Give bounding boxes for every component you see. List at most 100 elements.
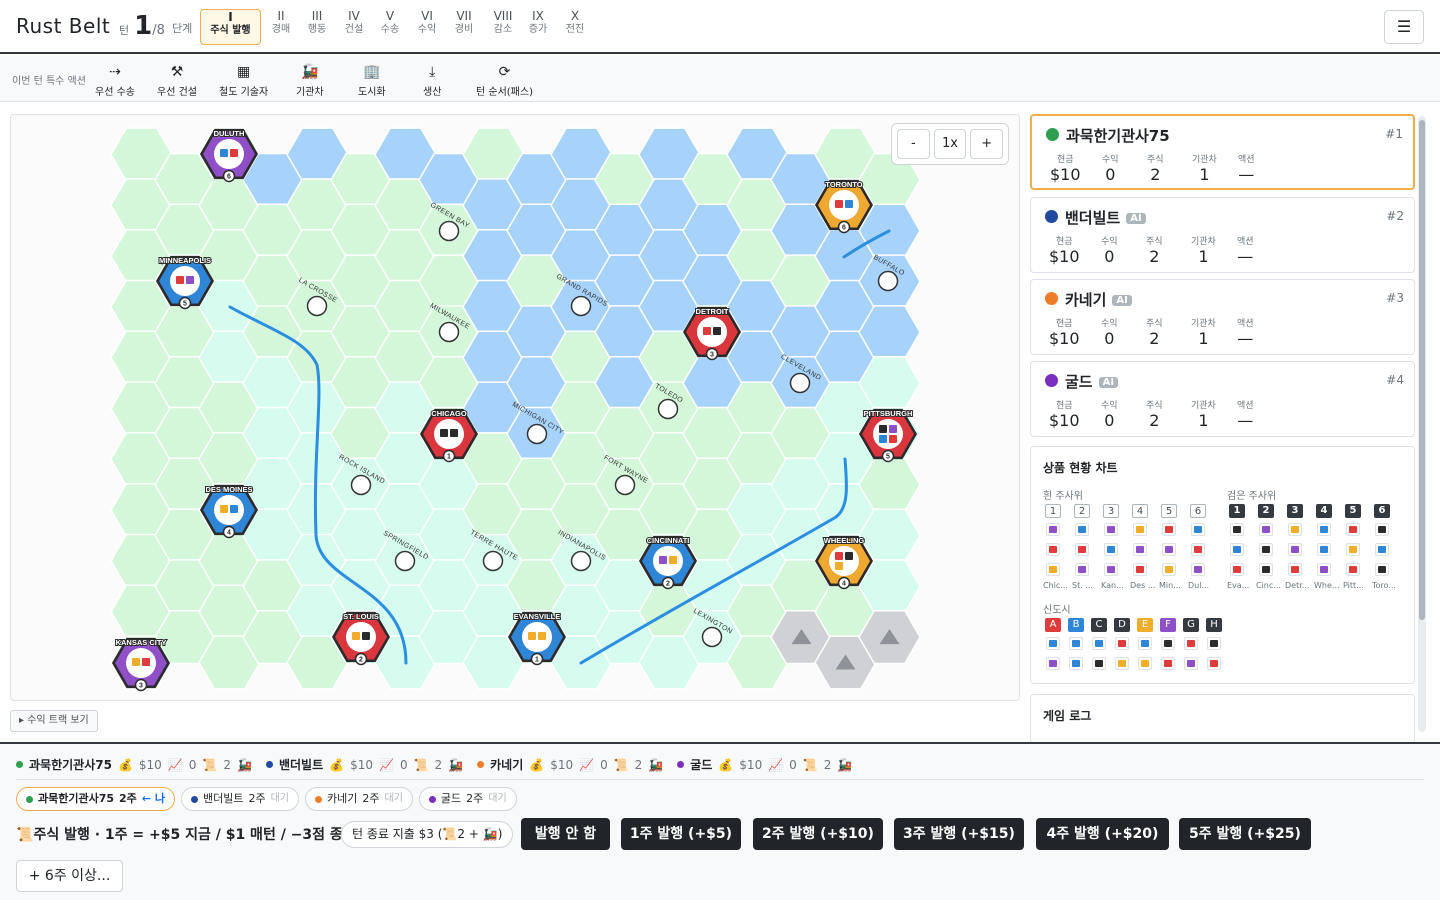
- phase-8: VIII 감소: [490, 9, 516, 45]
- player-stat-locos: 기관차 1: [1191, 234, 1216, 266]
- special-action-3[interactable]: ▦ 철도 기술자: [219, 63, 268, 98]
- goods-slot: [1075, 543, 1089, 556]
- income-icon: 📈: [167, 757, 183, 772]
- issue-shares-button-1[interactable]: 1주 발행 (+$5): [621, 818, 741, 850]
- stat-label: 기관차: [1192, 155, 1217, 165]
- black-die: 5: [1345, 504, 1361, 518]
- goods-cube: [1136, 526, 1144, 533]
- goods-cube: [1136, 566, 1144, 573]
- phase-4: IV 건설: [343, 9, 365, 45]
- phase-9: IX 증가: [527, 9, 549, 45]
- goods-city-name: Cinc...: [1256, 581, 1281, 590]
- goods-cube: [1049, 526, 1057, 533]
- stat-value: 2: [1149, 411, 1160, 430]
- goods-cube: [1194, 546, 1202, 553]
- goods-slot: [1259, 563, 1273, 576]
- zoom-in-button[interactable]: +: [970, 129, 1004, 159]
- goods-cube: [1164, 660, 1172, 667]
- goods-cube: [1187, 640, 1195, 647]
- goods-slot: [1138, 637, 1152, 650]
- stat-label: 액션: [1238, 155, 1255, 165]
- phase-name: 감소: [493, 24, 513, 35]
- goods-cube: [1049, 546, 1057, 553]
- city-name: MINNEAPOLIS: [159, 256, 211, 265]
- player-stat-income: 수익 0: [1102, 152, 1119, 184]
- stat-label: 현금: [1055, 237, 1073, 247]
- new-city-label: 신도시: [1043, 605, 1071, 616]
- income-track-button[interactable]: ▸ 수익 트랙 보기: [10, 710, 98, 732]
- money-bag-icon: 💰: [117, 757, 133, 772]
- stat-label: 현금: [1056, 155, 1074, 165]
- stat-label: 주식: [1146, 401, 1163, 411]
- goods-slot: [1184, 637, 1198, 650]
- town-marker: [701, 626, 723, 648]
- goods-cube: [1107, 526, 1115, 533]
- locomotive-icon: 🚂: [482, 827, 498, 841]
- goods-city-name: Chic...: [1043, 581, 1068, 590]
- goods-city-name: Dul...: [1188, 581, 1210, 590]
- zoom-out-button[interactable]: -: [897, 129, 930, 159]
- special-action-7[interactable]: ⟳ 턴 순서(패스): [476, 63, 533, 98]
- menu-button[interactable]: ☰: [1384, 10, 1424, 44]
- player-color-dot: [1045, 210, 1058, 223]
- issue-shares-button-5[interactable]: 5주 발행 (+$25): [1179, 818, 1311, 850]
- black-dice-label: 검은 주사위: [1227, 491, 1277, 502]
- stat-value: 1: [1199, 165, 1210, 184]
- goods-cube: [352, 632, 360, 640]
- player-rank: #3: [1386, 291, 1404, 305]
- stat-label: 기관차: [1191, 237, 1216, 247]
- player-stat-cash: 현금 $10: [1049, 398, 1080, 430]
- phase-number: VIII: [493, 9, 513, 23]
- end-cost-plus: +: [468, 827, 479, 841]
- player-card[interactable]: 과묵한기관사75 #1 현금 $10 수익 0 주식 2 기관차 1 액션 —: [1030, 114, 1415, 190]
- phase-7: VII 경비: [453, 9, 475, 45]
- town-marker: [570, 550, 592, 572]
- player-card[interactable]: 밴더빌트 AI #2 현금 $10 수익 0 주식 2 기관차 1 액션 —: [1030, 197, 1415, 273]
- sidebar-scroll-thumb[interactable]: [1419, 120, 1425, 620]
- goods-slot: [1069, 657, 1083, 670]
- special-action-2[interactable]: ⚒ 우선 건설: [157, 63, 197, 98]
- city-name: TORONTO: [825, 180, 862, 189]
- chip-shares: 2주: [362, 792, 380, 805]
- goods-cube: [1049, 566, 1057, 573]
- stat-value: 2: [1150, 165, 1161, 184]
- white-die: 6: [1190, 504, 1206, 518]
- map-panel[interactable]: GREEN BAY BUFFALO LA CROSSE MILWAUKEE GRAND …: [10, 114, 1020, 701]
- city-name: EVANSVILLE: [514, 612, 561, 621]
- special-action-6[interactable]: ⤓ 생산: [423, 63, 441, 98]
- priority-ship-icon: ⇢: [109, 64, 121, 80]
- special-action-4[interactable]: 🚂 기관차: [296, 63, 324, 98]
- issue-shares-button-4[interactable]: 4주 발행 (+$20): [1036, 818, 1169, 850]
- special-action-1[interactable]: ⇢ 우선 수송: [95, 63, 135, 98]
- city[interactable]: 3 KANSAS CITY: [112, 637, 170, 692]
- game-board[interactable]: GREEN BAYBUFFALOLA CROSSEMILWAUKEEGRAND …: [11, 115, 1020, 701]
- goods-city-name: Min...: [1159, 581, 1181, 590]
- black-die: 3: [1287, 504, 1303, 518]
- phase-1: I 주식 발행: [200, 9, 261, 45]
- hammer-icon: ⚒: [170, 64, 184, 80]
- goods-slot: [1046, 543, 1060, 556]
- special-action-label: 기관차: [296, 87, 324, 98]
- issue-more-button[interactable]: + 6주 이상...: [16, 860, 123, 892]
- end-cost-close: ): [497, 827, 503, 841]
- city-name: KANSAS CITY: [116, 638, 167, 647]
- goods-cube: [713, 327, 721, 335]
- issue-shares-button-3[interactable]: 3주 발행 (+$15): [894, 818, 1024, 850]
- stat-value: $10: [1050, 165, 1081, 184]
- player-card[interactable]: 굴드 AI #4 현금 $10 수익 0 주식 2 기관차 1 액션 —: [1030, 361, 1415, 437]
- special-action-5[interactable]: 🏢 도시화: [358, 63, 386, 98]
- player-card[interactable]: 카네기 AI #3 현금 $10 수익 0 주식 2 기관차 1 액션 —: [1030, 279, 1415, 355]
- player-name: 과묵한기관사75: [1066, 125, 1170, 146]
- goods-cube: [1378, 526, 1386, 533]
- town-marker: [526, 423, 548, 445]
- goods-chart-title: 상품 현황 차트: [1043, 461, 1118, 475]
- goods-city-name: Detr...: [1285, 581, 1310, 590]
- city-name: DULUTH: [214, 129, 245, 138]
- stat-value: —: [1238, 165, 1255, 184]
- player-color-dot: [1045, 374, 1058, 387]
- goods-slot: [1191, 543, 1205, 556]
- player-rank: #2: [1386, 209, 1404, 223]
- issue-none-button[interactable]: 발행 안 함: [521, 818, 610, 850]
- share-icon: 📜: [442, 827, 458, 841]
- issue-shares-button-2[interactable]: 2주 발행 (+$10): [753, 818, 883, 850]
